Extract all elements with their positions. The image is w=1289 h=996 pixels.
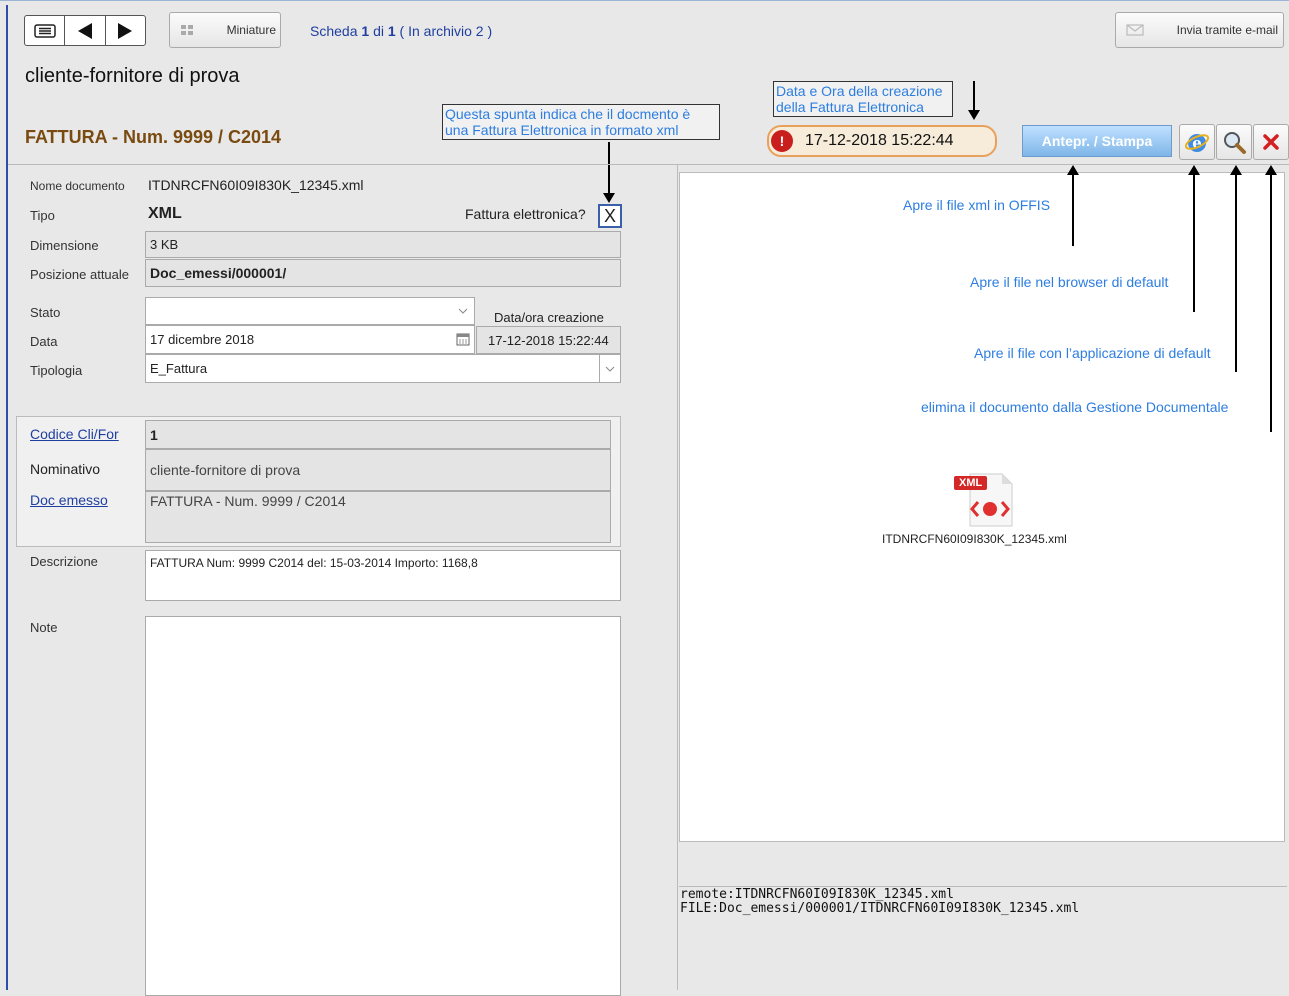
arrow-line-app [1235, 174, 1237, 372]
annotation-delete: elimina il documento dalla Gestione Docu… [921, 399, 1229, 415]
annotation-app: Apre il file con l’applicazione di defau… [974, 345, 1211, 361]
type-value: XML [148, 205, 182, 222]
callout-arrow-head [603, 193, 615, 203]
date-field[interactable]: 17 dicembre 2018 [145, 325, 475, 354]
notes-textarea[interactable] [145, 616, 621, 996]
chevron-down-icon [458, 308, 468, 314]
header-divider [8, 164, 1289, 165]
creation-date-callout: Data e Ora della creazione della Fattura… [773, 81, 953, 117]
column-divider [677, 164, 678, 990]
creation-datetime-badge: ! 17-12-2018 15:22:44 [767, 125, 997, 157]
arrow-line-offis [1072, 174, 1074, 246]
open-browser-button[interactable]: e [1179, 124, 1215, 160]
type-label: Tipo [30, 208, 55, 223]
document-title: FATTURA - Num. 9999 / C2014 [25, 127, 282, 147]
description-label: Descrizione [30, 554, 98, 569]
date-arrow-line [973, 81, 975, 111]
magnifier-icon [1224, 132, 1246, 154]
file-paths: remote:ITDNRCFN60I09I830K_12345.xml FILE:… [680, 888, 1079, 916]
thumbnails-label: Miniature [226, 23, 276, 37]
grid-icon [181, 25, 193, 35]
client-name-title: cliente-fornitore di prova [25, 65, 240, 87]
envelope-icon [1126, 24, 1144, 36]
triangle-right-icon [118, 22, 133, 39]
annotation-offis: Apre il file xml in OFFIS [903, 197, 1051, 213]
xml-badge: XML [954, 476, 988, 490]
typology-dropdown-button[interactable] [599, 355, 620, 382]
send-email-label: Invia tramite e-mail [1176, 23, 1278, 37]
state-label: Stato [30, 305, 61, 320]
callout-arrow-line [608, 142, 610, 194]
arrow-line-browser [1193, 174, 1195, 312]
client-code-link[interactable]: Codice Cli/For [30, 426, 119, 442]
arrow-line-delete [1270, 174, 1272, 432]
preview-file-name: ITDNRCFN60I09I830K_12345.xml [882, 532, 1067, 546]
preview-print-button[interactable]: Antepr. / Stampa [1022, 125, 1172, 157]
notes-label: Note [30, 620, 58, 635]
navigation-group [24, 15, 146, 46]
send-email-button[interactable]: Invia tramite e-mail [1115, 12, 1284, 48]
creation-label: Data/ora creazione [494, 310, 604, 325]
file-path: FILE:Doc_emessi/000001/ITDNRCFN60I09I830… [680, 901, 1080, 916]
name-label: Nome documento [30, 179, 125, 193]
electronic-flag-callout: Questa spunta indica che il docmento è u… [442, 104, 720, 140]
nominative-field: cliente-fornitore di prova [145, 449, 611, 491]
chevron-down-icon [605, 366, 615, 372]
typology-select[interactable]: E_Fattura [145, 354, 621, 383]
typology-label: Tipologia [30, 363, 83, 378]
calendar-icon[interactable] [456, 333, 470, 346]
browser-icon: e [1184, 134, 1210, 152]
size-label: Dimensione [30, 238, 99, 253]
previous-button[interactable] [65, 16, 106, 45]
position-field: Doc_emessi/000001/ [145, 259, 621, 287]
electronic-checkbox[interactable]: X [598, 204, 622, 228]
triangle-left-icon [77, 22, 92, 39]
name-value: ITDNRCFN60I09I830K_12345.xml [148, 177, 364, 193]
annotation-browser: Apre il file nel browser di default [970, 274, 1169, 290]
doc-issued-field: FATTURA - Num. 9999 / C2014 [145, 491, 611, 543]
description-textarea[interactable]: FATTURA Num: 9999 C2014 del: 15-03-2014 … [145, 550, 621, 601]
left-border [6, 5, 8, 990]
creation-field: 17-12-2018 15:22:44 [476, 326, 621, 354]
top-border [0, 0, 1289, 1]
creation-datetime-value: 17-12-2018 15:22:44 [805, 132, 954, 149]
state-select[interactable] [145, 297, 475, 325]
nominative-label: Nominativo [30, 461, 101, 477]
electronic-label: Fattura elettronica? [465, 206, 586, 222]
doc-issued-link[interactable]: Doc emesso [30, 492, 108, 508]
open-app-button[interactable] [1216, 124, 1252, 160]
record-counter: Scheda 1 di 1 ( In archivio 2 ) [310, 23, 493, 39]
date-arrow-head [968, 110, 980, 120]
close-icon [1263, 134, 1279, 150]
thumbnails-button[interactable]: Miniature [169, 12, 281, 48]
client-code-field: 1 [145, 420, 611, 449]
delete-button[interactable] [1253, 124, 1289, 160]
next-button[interactable] [106, 16, 145, 45]
remote-path: remote:ITDNRCFN60I09I830K_12345.xml [680, 887, 954, 902]
date-label: Data [30, 334, 58, 349]
menu-icon [33, 23, 56, 38]
position-label: Posizione attuale [30, 267, 130, 282]
menu-button[interactable] [25, 16, 66, 45]
alert-icon: ! [771, 130, 793, 152]
size-field: 3 KB [145, 231, 621, 258]
